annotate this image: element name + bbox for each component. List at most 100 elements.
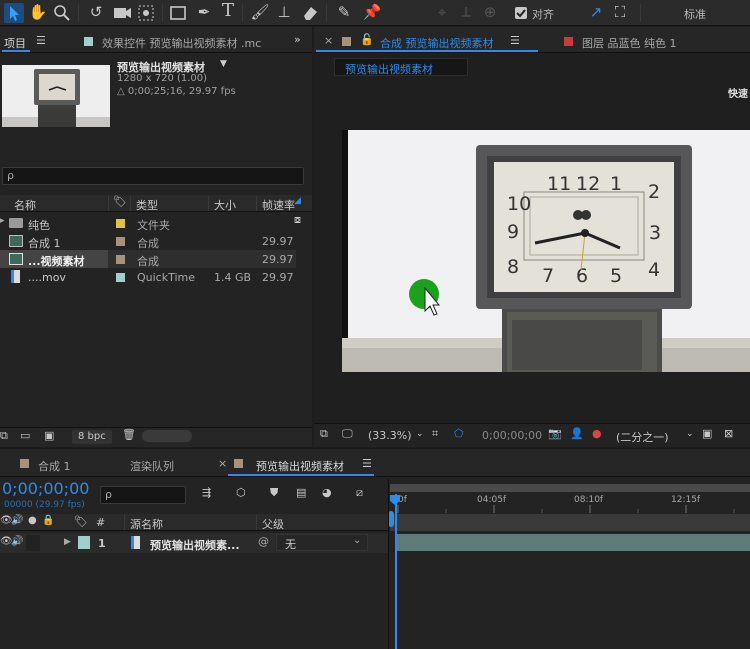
pickwhip-icon[interactable]: @ (258, 535, 269, 548)
layer-row[interactable]: 👁 🔊 ▶ 1 预览输出视频素... @ 无 ⌄ (0, 533, 388, 553)
zoom-level[interactable]: (33.3%) (368, 429, 412, 442)
graph-editor-icon[interactable]: ⧄ (356, 486, 363, 500)
timeline-timecode[interactable]: 0;00;00;00 (2, 479, 89, 498)
layer-name[interactable]: 预览输出视频素... (150, 537, 240, 553)
label-swatch[interactable] (116, 219, 125, 228)
timeline-search-input[interactable]: ρ (100, 486, 186, 504)
audio-switch-icon[interactable]: 🔊 (11, 515, 23, 526)
label-col-icon[interactable]: 🏷 (113, 195, 127, 208)
lock-icon[interactable]: 🔓 (360, 33, 374, 46)
col-size[interactable]: 大小 (214, 197, 236, 213)
tab-effect-controls[interactable]: 效果控件 预览输出视频素材 .mc (102, 35, 261, 51)
new-composition-icon[interactable]: ▣ (44, 429, 54, 442)
select-tool-icon[interactable] (4, 3, 24, 23)
tab-layer[interactable]: 图层 品蓝色 纯色 1 (582, 35, 677, 51)
work-area-bar[interactable] (390, 484, 750, 492)
tab-active-comp[interactable]: 预览输出视频素材 (256, 458, 344, 474)
zoom-tool-icon[interactable] (52, 3, 72, 23)
expand-arrow-icon[interactable]: ▶ (64, 537, 71, 547)
channel-icon[interactable]: ● (592, 427, 602, 440)
panel-menu-icon[interactable]: ☰ (36, 34, 46, 47)
list-item[interactable]: 合成 1 合成 29.97 (0, 232, 296, 250)
delete-icon[interactable]: 🗑 (122, 428, 136, 441)
item-dropdown-icon[interactable]: ▼ (220, 59, 227, 69)
close-icon[interactable]: × (324, 34, 333, 47)
snap-checkbox[interactable] (515, 7, 527, 19)
shy-icon[interactable]: ⛊ (270, 486, 278, 500)
playhead[interactable] (395, 494, 397, 649)
motion-blur-icon[interactable]: ◕ (322, 486, 332, 499)
always-preview-icon[interactable]: ⧉ (320, 427, 328, 441)
world-axis-icon[interactable]: ⟂ (456, 3, 476, 23)
list-item[interactable]: ▸ 纯色 文件夹 (0, 214, 296, 232)
panel-menu-icon[interactable]: ☰ (510, 34, 520, 47)
col-type[interactable]: 类型 (136, 197, 158, 213)
local-axis-icon[interactable]: ⌖ (432, 3, 452, 23)
frame-info: 00000 (29.97 fps) (4, 500, 85, 510)
new-folder-icon[interactable]: ▭ (20, 429, 30, 442)
viewer-timecode[interactable]: 0;00;00;00 (482, 429, 542, 442)
resolution-dropdown[interactable]: (二分之一) (616, 429, 669, 445)
expand-icon[interactable]: ⛶ (610, 3, 630, 23)
col-name[interactable]: 名称 (14, 197, 36, 213)
view-axis-icon[interactable]: ⊕ (480, 3, 500, 23)
audio-icon[interactable]: 🔊 (11, 536, 23, 547)
fast-preview-label[interactable]: 快速 (728, 85, 748, 100)
composition-viewer[interactable]: 11 12 1 2 10 3 9 8 7 6 5 4 (342, 130, 750, 372)
tab-project[interactable]: 项目 (4, 35, 26, 51)
label-swatch[interactable] (116, 255, 125, 264)
type-tool-icon[interactable]: T (218, 2, 238, 22)
rotate-tool-icon[interactable]: ↺ (86, 3, 106, 23)
label-col-icon[interactable]: 🏷 (74, 515, 88, 528)
frame-blending-icon[interactable]: ▤ (296, 486, 306, 499)
pan-behind-tool-icon[interactable] (136, 3, 156, 23)
monitor-icon[interactable]: 🖵 (342, 427, 353, 441)
draft-3d-icon[interactable]: ⬡ (236, 486, 246, 499)
expand-arrow-icon[interactable]: ▸ (0, 216, 5, 226)
list-item[interactable]: ....mov QuickTime 1.4 GB 29.97 (0, 268, 296, 286)
comp-flowchart-icon[interactable]: ⇶ (202, 486, 211, 499)
tab-comp-1[interactable]: 合成 1 (38, 458, 71, 474)
clone-stamp-tool-icon[interactable]: ⊥ (274, 3, 294, 23)
ruler-tick-3: 12:15f (671, 495, 701, 505)
interpret-footage-icon[interactable]: ⧉ (0, 429, 8, 443)
label-swatch[interactable] (116, 237, 125, 246)
workspace-label[interactable]: 标准 (684, 6, 706, 22)
bpc-button[interactable]: 8 bpc (72, 430, 112, 444)
tab-composition[interactable]: 合成 预览输出视频素材 (380, 35, 494, 51)
rectangle-tool-icon[interactable] (168, 3, 188, 23)
pen-tool-icon[interactable]: ✒ (194, 3, 214, 23)
parent-dropdown[interactable]: 无 ⌄ (276, 534, 368, 551)
roto-brush-tool-icon[interactable]: ✎ (334, 3, 354, 23)
mask-visibility-icon[interactable]: ⬠ (454, 427, 464, 440)
label-swatch[interactable] (116, 273, 125, 282)
snapshot-icon[interactable]: 📷 (548, 427, 562, 440)
col-parent[interactable]: 父级 (262, 516, 284, 532)
comp-breadcrumb[interactable]: 预览输出视频素材 (334, 58, 468, 76)
brush-tool-icon[interactable]: 🖌 (250, 3, 270, 23)
close-icon[interactable]: × (218, 457, 227, 470)
panel-menu-icon[interactable]: ☰ (362, 457, 372, 470)
layer-duration-bar[interactable] (396, 534, 750, 551)
tab-render-queue[interactable]: 渲染队列 (130, 458, 174, 474)
project-search-input[interactable]: ρ (2, 167, 304, 185)
solo-icon[interactable]: ● (28, 515, 37, 526)
list-item-selected[interactable]: ...视频素材 合成 29.97 (0, 250, 296, 268)
panel-overflow-icon[interactable]: » (294, 33, 301, 46)
col-source-name[interactable]: 源名称 (130, 516, 163, 532)
layer-label-swatch[interactable] (78, 536, 90, 549)
eraser-tool-icon[interactable] (300, 3, 320, 23)
hand-tool-icon[interactable]: ✋ (28, 3, 48, 23)
zoom-dropdown-icon[interactable]: ⌄ (416, 429, 424, 439)
snap-magnet-icon[interactable]: ↗ (586, 3, 606, 23)
puppet-tool-icon[interactable]: 📌 (362, 3, 382, 23)
resolution-arrow-icon[interactable]: ⌄ (686, 429, 694, 439)
camera-tool-icon[interactable] (112, 3, 132, 23)
col-fps[interactable]: 帧速率 (262, 197, 295, 213)
region-of-interest-icon[interactable]: ▣ (702, 427, 712, 440)
show-snapshot-icon[interactable]: 👤 (570, 427, 584, 440)
lock-icon[interactable]: 🔒 (42, 515, 54, 526)
safe-zones-icon[interactable]: ⌗ (432, 427, 438, 441)
transparency-grid-icon[interactable]: ⊠ (724, 427, 733, 440)
project-scrollbar[interactable] (142, 430, 192, 442)
